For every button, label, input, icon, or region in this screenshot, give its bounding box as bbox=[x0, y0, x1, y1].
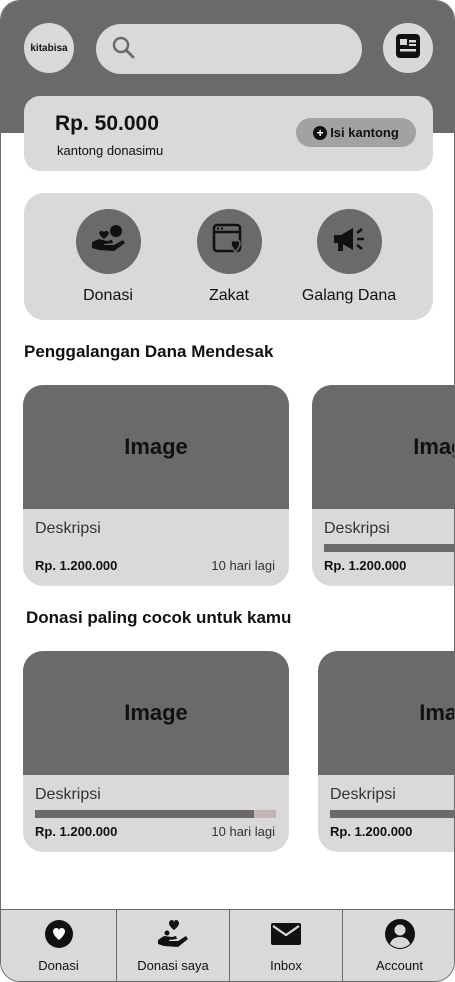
campaign-description: Deskripsi bbox=[330, 786, 396, 803]
app-screen: kitabisa Rp. 50.000 kantong donasimu + I… bbox=[0, 0, 455, 982]
kitabisa-logo[interactable]: kitabisa bbox=[24, 23, 74, 73]
menu-label-zakat: Zakat bbox=[208, 287, 249, 304]
topup-button[interactable]: + Isi kantong bbox=[296, 118, 416, 147]
nav-item-inbox[interactable]: Inbox bbox=[230, 910, 343, 981]
envelope-icon bbox=[270, 921, 302, 952]
news-icon bbox=[395, 33, 421, 64]
campaign-progress-bar bbox=[324, 544, 454, 552]
campaign-description: Deskripsi bbox=[324, 520, 390, 537]
menu-item-zakat[interactable]: Zakat bbox=[174, 209, 284, 305]
campaign-card[interactable]: Image Deskripsi Rp. 1.200.000 bbox=[318, 651, 454, 852]
campaign-amount: Rp. 1.200.000 bbox=[35, 558, 118, 573]
campaign-image: Image bbox=[23, 651, 289, 775]
menu-item-galang-dana[interactable]: Galang Dana bbox=[294, 209, 404, 305]
nav-item-donasi[interactable]: Donasi bbox=[1, 910, 117, 981]
topup-label: Isi kantong bbox=[330, 125, 399, 140]
campaign-progress-bar bbox=[330, 810, 454, 818]
megaphone-icon bbox=[331, 224, 367, 259]
campaign-card[interactable]: Image Deskripsi Rp. 1.200.000 bbox=[312, 385, 454, 586]
nav-label-donasi: Donasi bbox=[38, 958, 79, 973]
campaign-description: Deskripsi bbox=[35, 520, 101, 537]
nav-item-account[interactable]: Account bbox=[343, 910, 454, 981]
logo-text: kitabisa bbox=[30, 42, 68, 54]
calendar-heart-icon bbox=[212, 222, 246, 261]
wallet-label: kantong donasimu bbox=[57, 143, 164, 158]
plus-circle-icon: + bbox=[313, 125, 328, 140]
hand-heart-icon bbox=[157, 918, 189, 955]
menu-label-galang-dana: Galang Dana bbox=[301, 287, 397, 304]
campaign-amount: Rp. 1.200.000 bbox=[330, 824, 413, 839]
campaign-days-left: 10 hari lagi bbox=[211, 558, 275, 573]
campaign-progress-fill bbox=[35, 810, 255, 818]
donation-hand-icon bbox=[90, 224, 126, 259]
search-bar[interactable] bbox=[96, 24, 362, 74]
heart-circle-icon bbox=[44, 919, 74, 954]
user-circle-icon bbox=[384, 918, 416, 955]
search-input[interactable] bbox=[143, 34, 353, 64]
campaign-progress-fill bbox=[330, 810, 454, 818]
nav-label-donasi-saya: Donasi saya bbox=[137, 958, 209, 973]
campaign-progress-fill bbox=[324, 544, 454, 552]
quick-menu: Donasi Zakat Galang Dana bbox=[24, 193, 433, 320]
campaign-description: Deskripsi bbox=[35, 786, 101, 803]
wallet-balance: Rp. 50.000 bbox=[55, 112, 159, 135]
nav-item-donasi-saya[interactable]: Donasi saya bbox=[117, 910, 230, 981]
urgent-section-title: Penggalangan Dana Mendesak bbox=[24, 342, 274, 361]
nav-label-inbox: Inbox bbox=[270, 958, 302, 973]
campaign-image: Image bbox=[318, 651, 454, 775]
campaign-card[interactable]: Image Deskripsi Rp. 1.200.000 10 hari la… bbox=[23, 385, 289, 586]
campaign-progress-bar bbox=[35, 810, 276, 818]
menu-label-donasi: Donasi bbox=[83, 287, 133, 304]
wallet-card: Rp. 50.000 kantong donasimu + Isi kanton… bbox=[24, 96, 433, 171]
campaign-amount: Rp. 1.200.000 bbox=[35, 824, 118, 839]
bottom-navigation: Donasi Donasi saya Inbox Account bbox=[1, 909, 454, 981]
nav-label-account: Account bbox=[376, 958, 423, 973]
campaign-card[interactable]: Image Deskripsi Rp. 1.200.000 10 hari la… bbox=[23, 651, 289, 852]
recommended-section-title: Donasi paling cocok untuk kamu bbox=[26, 608, 292, 627]
search-icon bbox=[111, 35, 135, 64]
campaign-image: Image bbox=[312, 385, 454, 509]
campaign-days-left: 10 hari lagi bbox=[211, 824, 275, 839]
campaign-image: Image bbox=[23, 385, 289, 509]
menu-item-donasi[interactable]: Donasi bbox=[53, 209, 163, 305]
campaign-amount: Rp. 1.200.000 bbox=[324, 558, 407, 573]
news-button[interactable] bbox=[383, 23, 433, 73]
